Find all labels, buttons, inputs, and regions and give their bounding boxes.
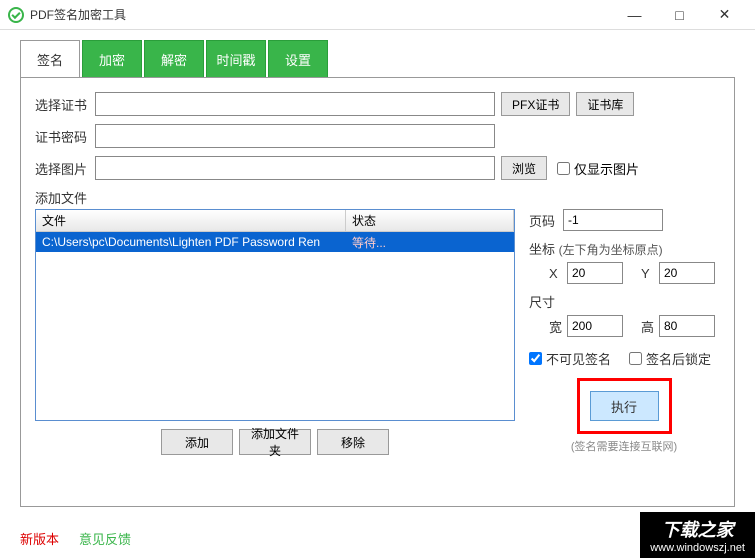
maximize-button[interactable]: □ <box>657 0 702 30</box>
lock-after-sign-checkbox[interactable] <box>629 352 642 365</box>
app-icon <box>8 7 24 23</box>
window-controls: — □ ✕ <box>612 0 747 30</box>
file-cell-name: C:\Users\pc\Documents\Lighten PDF Passwo… <box>36 235 346 249</box>
close-button[interactable]: ✕ <box>702 0 747 30</box>
coord-note: (左下角为坐标原点) <box>559 243 663 257</box>
footer: 新版本 意见反馈 联系我们 <box>20 529 735 548</box>
col-status[interactable]: 状态 <box>346 210 514 231</box>
cert-password-input[interactable] <box>95 124 495 148</box>
label-size: 尺寸 <box>529 292 719 311</box>
feedback-link[interactable]: 意见反馈 <box>79 529 131 548</box>
col-file[interactable]: 文件 <box>36 210 346 231</box>
page-input[interactable] <box>563 209 663 231</box>
execute-highlight: 执行 <box>577 378 672 434</box>
invisible-sign-label[interactable]: 不可见签名 <box>529 349 611 368</box>
main-panel: 选择证书 PFX证书 证书库 证书密码 选择图片 浏览 仅显示图片 添加文件 <box>20 77 735 507</box>
watermark: 下载之家 www.windowszj.net <box>640 512 755 558</box>
table-row[interactable]: C:\Users\pc\Documents\Lighten PDF Passwo… <box>36 232 514 252</box>
invisible-sign-text: 不可见签名 <box>546 349 611 368</box>
watermark-url: www.windowszj.net <box>650 542 745 554</box>
label-select-cert: 选择证书 <box>35 95 95 114</box>
cert-store-button[interactable]: 证书库 <box>576 92 634 116</box>
minimize-button[interactable]: — <box>612 0 657 30</box>
invisible-sign-checkbox[interactable] <box>529 352 542 365</box>
image-path-input[interactable] <box>95 156 495 180</box>
tab-encrypt[interactable]: 加密 <box>82 40 142 78</box>
label-height: 高 <box>641 317 659 336</box>
label-select-image: 选择图片 <box>35 159 95 178</box>
execute-button[interactable]: 执行 <box>590 391 659 421</box>
cert-path-input[interactable] <box>95 92 495 116</box>
label-y: Y <box>641 266 659 281</box>
browse-button[interactable]: 浏览 <box>501 156 547 180</box>
remove-button[interactable]: 移除 <box>317 429 389 455</box>
label-page: 页码 <box>529 211 563 230</box>
add-folder-button[interactable]: 添加文件夹 <box>239 429 311 455</box>
tab-settings[interactable]: 设置 <box>268 40 328 78</box>
label-width: 宽 <box>549 317 567 336</box>
label-x: X <box>549 266 567 281</box>
width-input[interactable] <box>567 315 623 337</box>
file-table[interactable]: 文件 状态 C:\Users\pc\Documents\Lighten PDF … <box>35 209 515 421</box>
pfx-cert-button[interactable]: PFX证书 <box>501 92 570 116</box>
execute-note: (签名需要连接互联网) <box>529 438 719 454</box>
window-title: PDF签名加密工具 <box>30 6 126 23</box>
tab-bar: 签名 加密 解密 时间戳 设置 <box>20 40 735 78</box>
tab-timestamp[interactable]: 时间戳 <box>206 40 266 78</box>
lock-after-sign-text: 签名后锁定 <box>646 349 711 368</box>
y-input[interactable] <box>659 262 715 284</box>
title-bar: PDF签名加密工具 — □ ✕ <box>0 0 755 30</box>
only-show-image-label[interactable]: 仅显示图片 <box>557 159 639 178</box>
x-input[interactable] <box>567 262 623 284</box>
label-coord: 坐标 <box>529 242 555 257</box>
only-show-image-text: 仅显示图片 <box>574 159 639 178</box>
watermark-cn: 下载之家 <box>650 516 745 542</box>
label-add-file: 添加文件 <box>35 188 95 207</box>
height-input[interactable] <box>659 315 715 337</box>
only-show-image-checkbox[interactable] <box>557 162 570 175</box>
tab-sign[interactable]: 签名 <box>20 40 80 78</box>
file-cell-status: 等待... <box>346 234 514 251</box>
file-table-header: 文件 状态 <box>36 210 514 232</box>
label-cert-password: 证书密码 <box>35 127 95 146</box>
tab-decrypt[interactable]: 解密 <box>144 40 204 78</box>
new-version-link[interactable]: 新版本 <box>20 529 59 548</box>
lock-after-sign-label[interactable]: 签名后锁定 <box>629 349 711 368</box>
add-button[interactable]: 添加 <box>161 429 233 455</box>
